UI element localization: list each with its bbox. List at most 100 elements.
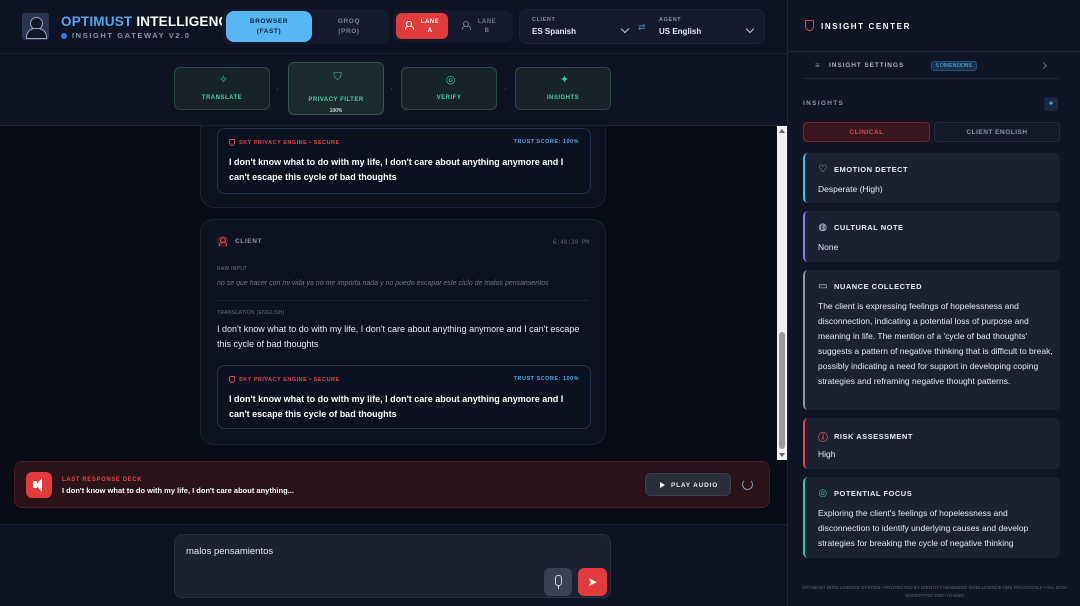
insight-card-focus: ◎ POTENTIAL FOCUS Exploring the client's… <box>803 477 1060 558</box>
message-header: CLIENT <box>217 236 262 247</box>
agent-language-caption: AGENT <box>659 17 682 23</box>
card-body: The client is expressing feelings of hop… <box>818 301 1053 386</box>
insight-settings-row[interactable]: ≡ INSIGHT SETTINGS 5 DIMENSIONS <box>803 53 1059 79</box>
panel-footer: OPTIMUST INTELLIGENCE SYSTEM • PROTECTED… <box>801 585 1068 598</box>
lane-b-button[interactable]: LANE B <box>453 13 505 39</box>
secure-text: I don't know what to do with my life, I … <box>229 157 564 182</box>
trust-score: TRUST SCORE: 100% <box>513 376 579 382</box>
message-input[interactable] <box>186 546 526 557</box>
client-language-select[interactable]: CLIENT ES Spanish <box>532 10 632 43</box>
panel-header: INSIGHT CENTER <box>788 0 1080 52</box>
user-icon <box>217 236 228 247</box>
app-logo <box>22 13 49 40</box>
translate-icon: ✧ <box>218 74 229 86</box>
translation-text: I don't know what to do with my life, I … <box>217 324 580 349</box>
target-icon: ◎ <box>818 488 828 499</box>
language-selector: CLIENT ES Spanish ⇄ AGENT US English <box>519 9 765 44</box>
insight-card-risk: ⓘ RISK ASSESSMENT High <box>803 418 1060 469</box>
privacy-engine-label: SKY PRIVACY ENGINE • SECURE <box>229 376 340 383</box>
panel-title: INSIGHT CENTER <box>821 22 911 31</box>
insight-settings-label: INSIGHT SETTINGS <box>829 62 905 69</box>
engine-groq-label: GROQ <box>337 18 361 25</box>
trust-score: TRUST SCORE: 100% <box>513 139 579 145</box>
chat-scroll-area: SKY PRIVACY ENGINE • SECURE TRUST SCORE:… <box>0 126 777 460</box>
step-insights-label: INSIGHTS <box>546 95 580 101</box>
speaker-icon[interactable] <box>26 472 52 498</box>
chat-scrollbar[interactable] <box>777 126 787 460</box>
agent-language-value: US English <box>659 27 702 36</box>
lane-a-label: LANE A <box>418 18 442 36</box>
engine-browser-button[interactable]: BROWSER (FAST) <box>226 11 312 42</box>
card-title: POTENTIAL FOCUS <box>834 489 913 498</box>
swap-languages-icon[interactable]: ⇄ <box>638 22 646 33</box>
card-body: Exploring the client's feelings of hopel… <box>818 508 1029 548</box>
secure-text: I don't know what to do with my life, I … <box>229 394 564 419</box>
previous-message-card: SKY PRIVACY ENGINE • SECURE TRUST SCORE:… <box>200 126 606 208</box>
step-translate[interactable]: ✧ TRANSLATE <box>174 67 270 110</box>
message-timestamp: 6:48:30 PM <box>552 239 589 246</box>
card-title: RISK ASSESSMENT <box>834 432 913 441</box>
card-title: NUANCE COLLECTED <box>834 282 922 291</box>
message-sender: CLIENT <box>235 238 263 245</box>
send-icon[interactable]: ➤ <box>578 568 607 596</box>
chevron-right-icon <box>1039 61 1048 70</box>
engine-groq-button[interactable]: GROQ (PRO) <box>314 11 384 42</box>
top-bar: OPTIMUST INTELLIGENCE INSIGHT GATEWAY V2… <box>0 0 787 54</box>
sparkle-icon[interactable]: ✦ <box>1044 97 1058 111</box>
insight-card-cultural: ◍ CULTURAL NOTE None <box>803 211 1060 262</box>
card-body: High <box>818 449 836 459</box>
agent-language-select[interactable]: AGENT US English <box>659 10 755 43</box>
status-dot-icon <box>61 32 67 39</box>
shield-icon: ⛉ <box>333 71 342 83</box>
user-icon <box>462 21 471 30</box>
card-header: ◍ CULTURAL NOTE <box>818 222 904 233</box>
tab-client-english[interactable]: CLIENT ENGLISH <box>934 122 1060 142</box>
client-language-caption: CLIENT <box>532 17 556 23</box>
card-title: CULTURAL NOTE <box>834 223 904 232</box>
card-body: Desperate (High) <box>818 184 883 194</box>
scroll-up-icon[interactable] <box>779 129 785 133</box>
app-root: OPTIMUST INTELLIGENCE INSIGHT GATEWAY V2… <box>0 0 1080 606</box>
card-header: ⓘ RISK ASSESSMENT <box>818 429 913 444</box>
engine-browser-sub: (FAST) <box>256 28 282 35</box>
privacy-secure-box: SKY PRIVACY ENGINE • SECURE TRUST SCORE:… <box>217 128 591 194</box>
sparkle-icon: ✦ <box>559 74 570 86</box>
lane-b-label: LANE B <box>475 18 499 36</box>
lane-a-title: LANE <box>420 19 440 25</box>
scroll-thumb[interactable] <box>779 332 785 449</box>
engine-mode-switch: BROWSER (FAST) GROQ (PRO) <box>222 9 390 44</box>
step-privacy-filter[interactable]: ⛉ PRIVACY FILTER 100% <box>288 62 384 115</box>
chat-icon: ▭ <box>818 281 828 292</box>
step-translate-label: TRANSLATE <box>201 95 243 101</box>
lane-a-sub: A <box>427 28 433 34</box>
lane-a-button[interactable]: LANE A <box>396 13 448 39</box>
step-insights[interactable]: ✦ INSIGHTS <box>515 67 611 110</box>
client-language-value: ES Spanish <box>532 27 577 36</box>
alert-icon: ⓘ <box>818 433 829 444</box>
main-area: OPTIMUST INTELLIGENCE INSIGHT GATEWAY V2… <box>0 0 787 606</box>
lane-b-title: LANE <box>477 19 497 25</box>
raw-input-text: no se que hacer con mi vida ya no me imp… <box>217 280 549 287</box>
insight-panel: INSIGHT CENTER ≡ INSIGHT SETTINGS 5 DIME… <box>787 0 1080 606</box>
privacy-engine-text: SKY PRIVACY ENGINE • SECURE <box>239 376 340 383</box>
chevron-down-icon <box>620 24 630 34</box>
step-verify[interactable]: ◎ VERIFY <box>401 67 497 110</box>
brand-title: OPTIMUST INTELLIGENCE <box>61 14 238 29</box>
client-message-card: CLIENT 6:48:30 PM RAW INPUT no se que ha… <box>200 219 606 445</box>
shield-icon <box>229 139 235 146</box>
scroll-down-icon[interactable] <box>779 453 785 457</box>
insight-card-nuance: ▭ NUANCE COLLECTED The client is express… <box>803 270 1060 410</box>
card-header: ◎ POTENTIAL FOCUS <box>818 488 912 499</box>
microphone-icon[interactable] <box>544 568 572 596</box>
step-privacy-label: PRIVACY FILTER <box>308 97 364 103</box>
tab-clinical[interactable]: CLINICAL <box>803 122 930 142</box>
raw-input-caption: RAW INPUT <box>217 266 248 272</box>
card-header: ♡ EMOTION DETECT <box>818 164 908 175</box>
privacy-engine-text: SKY PRIVACY ENGINE • SECURE <box>239 139 340 146</box>
play-audio-button[interactable]: PLAY AUDIO <box>645 473 731 496</box>
play-audio-label: PLAY AUDIO <box>671 482 719 489</box>
refresh-icon[interactable] <box>742 479 753 490</box>
step-verify-label: VERIFY <box>436 95 462 101</box>
chevron-right-icon: › <box>276 84 279 93</box>
user-icon <box>405 21 414 30</box>
